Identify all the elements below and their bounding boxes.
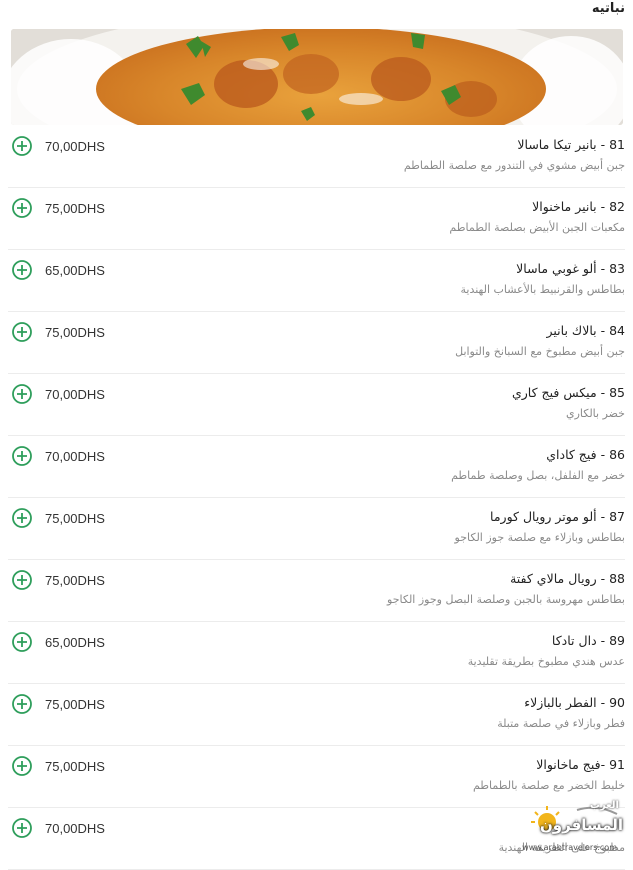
add-circle-icon[interactable] — [12, 756, 32, 776]
item-name: 89 - دال تادكا — [551, 633, 625, 648]
item-price: 75,00DHS — [45, 697, 105, 712]
item-name: 86 - فيج كاداي — [546, 447, 625, 462]
item-price: 70,00DHS — [45, 139, 105, 154]
menu-list: 70,00DHS 81 - بانير تيكا ماسالا جبن أبيض… — [0, 126, 633, 870]
menu-item[interactable]: 70,00DHS 81 - بانير تيكا ماسالا جبن أبيض… — [8, 126, 625, 188]
item-price: 65,00DHS — [45, 635, 105, 650]
section-title: نباتيه — [591, 1, 625, 16]
menu-item[interactable]: 75,00DHS 90 - الفطر بالبازلاء فطر وبازلا… — [8, 684, 625, 746]
item-name: 84 - بالاك بانير — [546, 323, 626, 338]
item-price: 75,00DHS — [45, 201, 105, 216]
item-description: فطر وبازلاء في صلصة متبلة — [497, 717, 625, 730]
add-circle-icon[interactable] — [12, 260, 32, 280]
item-name: 83 - ألو غوبي ماسالا — [516, 261, 625, 276]
watermark-main-text: المسافرون — [539, 816, 623, 834]
item-name: 87 - ألو موتر رويال كورما — [490, 509, 625, 524]
item-price: 70,00DHS — [45, 387, 105, 402]
add-circle-icon[interactable] — [12, 694, 32, 714]
item-description: بطاطس والقرنبيط بالأعشاب الهندية — [460, 283, 625, 296]
add-circle-icon[interactable] — [12, 198, 32, 218]
item-name: 81 - بانير تيكا ماسالا — [517, 137, 625, 152]
add-circle-icon[interactable] — [12, 632, 32, 652]
item-name: 90 - الفطر بالبازلاء — [524, 695, 625, 710]
menu-item[interactable]: 70,00DHS 85 - ميكس فيج كاري خضر بالكاري — [8, 374, 625, 436]
add-circle-icon[interactable] — [12, 446, 32, 466]
item-description: خليط الخضر مع صلصة بالطماطم — [472, 779, 625, 792]
item-description: بطاطس وبازلاء مع صلصة جوز الكاجو — [454, 531, 625, 544]
item-name: 85 - ميكس فيج كاري — [511, 385, 625, 400]
item-price: 75,00DHS — [45, 759, 105, 774]
item-price: 65,00DHS — [45, 263, 105, 278]
menu-item[interactable]: 65,00DHS 83 - ألو غوبي ماسالا بطاطس والق… — [8, 250, 625, 312]
site-watermark: العرب المسافرون www.arabtravelers.com — [517, 800, 629, 852]
add-circle-icon[interactable] — [12, 384, 32, 404]
item-description: مكعبات الجبن الأبيض بصلصة الطماطم — [449, 221, 625, 234]
menu-item[interactable]: 75,00DHS 84 - بالاك بانير جبن أبيض مطبوخ… — [8, 312, 625, 374]
item-price: 70,00DHS — [45, 821, 105, 836]
add-circle-icon[interactable] — [12, 508, 32, 528]
item-price: 70,00DHS — [45, 449, 105, 464]
watermark-top-text: العرب — [589, 800, 619, 811]
item-name: 82 - بانير ماخنوالا — [532, 199, 625, 214]
item-description: جبن أبيض مشوي في التندور مع صلصة الطماطم — [403, 159, 625, 172]
add-circle-icon[interactable] — [12, 818, 32, 838]
menu-item[interactable]: 65,00DHS 89 - دال تادكا عدس هندي مطبوخ ب… — [8, 622, 625, 684]
menu-item[interactable]: 75,00DHS 87 - ألو موتر رويال كورما بطاطس… — [8, 498, 625, 560]
add-circle-icon[interactable] — [12, 570, 32, 590]
item-description: بطاطس مهروسة بالجبن وصلصة البصل وجوز الك… — [387, 593, 625, 606]
menu-item[interactable]: 75,00DHS 82 - بانير ماخنوالا مكعبات الجب… — [8, 188, 625, 250]
add-circle-icon[interactable] — [12, 322, 32, 342]
item-description: جبن أبيض مطبوخ مع السبانخ والتوابل — [455, 345, 625, 358]
item-price: 75,00DHS — [45, 511, 105, 526]
item-price: 75,00DHS — [45, 325, 105, 340]
add-circle-icon[interactable] — [12, 136, 32, 156]
menu-item[interactable]: 70,00DHS 86 - فيج كاداي خضر مع الفلفل، ب… — [8, 436, 625, 498]
menu-item[interactable]: 75,00DHS 91 -فيج ماخانوالا خليط الخضر مع… — [8, 746, 625, 808]
item-name: 91 -فيج ماخانوالا — [536, 757, 625, 772]
item-name: 88 - رويال مالاي كفتة — [510, 571, 625, 586]
item-description: عدس هندي مطبوخ بطريقة تقليدية — [467, 655, 625, 668]
menu-item[interactable]: 75,00DHS 88 - رويال مالاي كفتة بطاطس مهر… — [8, 560, 625, 622]
dish-photo — [11, 29, 623, 125]
item-price: 75,00DHS — [45, 573, 105, 588]
item-description: خضر بالكاري — [565, 407, 625, 420]
watermark-url: www.arabtravelers.com — [522, 843, 617, 852]
item-description: خضر مع الفلفل، بصل وصلصة طماطم — [451, 469, 625, 482]
